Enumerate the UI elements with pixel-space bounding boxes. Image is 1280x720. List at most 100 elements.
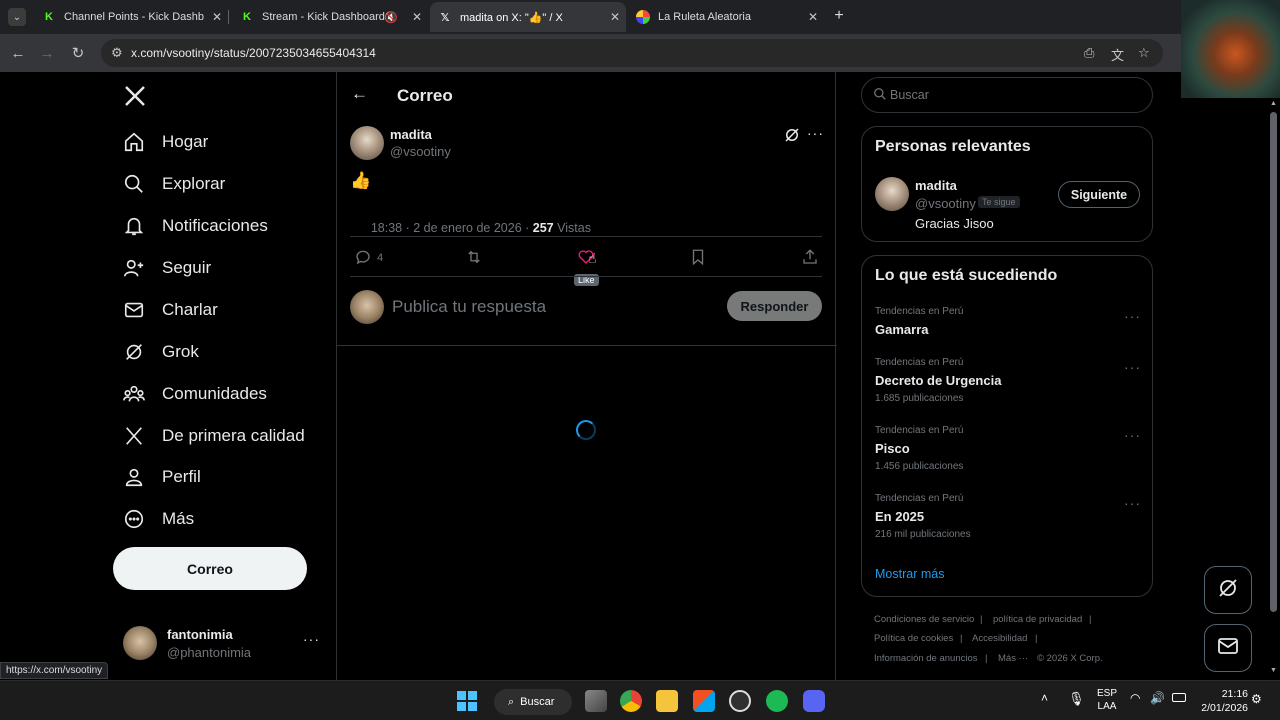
back-arrow-icon[interactable]: ← xyxy=(351,84,368,104)
footer-terms-link[interactable]: Condiciones de servicio xyxy=(874,614,974,625)
footer-accessibility-link[interactable]: Accesibilidad xyxy=(972,633,1027,644)
post-timestamp[interactable]: 18:38 · 2 de enero de 2026 · xyxy=(371,221,533,235)
author-name[interactable]: madita xyxy=(390,127,432,142)
nav-item-communities[interactable]: Comunidades xyxy=(122,379,267,409)
scrollbar-thumb[interactable] xyxy=(1270,112,1277,612)
back-icon[interactable]: ← xyxy=(8,43,28,63)
footer-privacy-link[interactable]: política de privacidad xyxy=(993,614,1082,625)
wifi-icon[interactable]: ◠ xyxy=(1130,691,1140,705)
nav-item-notifications[interactable]: Notificaciones xyxy=(122,211,268,241)
task-view-icon[interactable] xyxy=(585,690,607,712)
new-tab-button[interactable]: + xyxy=(830,7,848,25)
clock-time: 21:16 xyxy=(1221,688,1248,700)
chevron-down-icon: ⌄ xyxy=(12,11,22,23)
nav-item-profile[interactable]: Perfil xyxy=(122,462,201,492)
post-button[interactable]: Correo xyxy=(113,547,307,590)
microphone-icon[interactable]: 🎙 xyxy=(1068,691,1085,707)
clock[interactable]: 21:16 2/01/2026 xyxy=(1192,687,1248,715)
more-dots-icon[interactable]: ··· xyxy=(1124,359,1141,375)
author-avatar[interactable] xyxy=(350,126,384,160)
taskbar-search[interactable]: ⌕ Buscar xyxy=(494,689,572,715)
site-info-icon[interactable]: ⚙ xyxy=(111,45,123,61)
nav-item-home[interactable]: Hogar xyxy=(122,127,208,157)
more-dots-icon[interactable]: ··· xyxy=(1124,427,1141,443)
bookmark-button[interactable] xyxy=(689,248,707,268)
nav-item-explore[interactable]: Explorar xyxy=(122,169,225,199)
tab-channel-points[interactable]: K Channel Points - Kick Dashboar ✕ xyxy=(34,2,229,32)
bookmark-star-icon[interactable]: ☆ xyxy=(1138,45,1150,61)
footer-ads-link[interactable]: Información de anuncios xyxy=(874,653,978,664)
x-logo-icon[interactable] xyxy=(123,84,147,108)
person-name[interactable]: madita xyxy=(915,178,957,193)
windows-start-icon[interactable] xyxy=(457,691,477,711)
close-icon[interactable]: ✕ xyxy=(412,10,422,24)
author-handle[interactable]: @vsootiny xyxy=(390,144,451,159)
spotify-icon[interactable] xyxy=(766,690,788,712)
clock-date: 2/01/2026 xyxy=(1201,702,1248,714)
page-scrollbar[interactable]: ▲ ▼ xyxy=(1268,98,1280,680)
reply-input[interactable]: Publica tu respuesta xyxy=(392,297,546,317)
address-bar[interactable]: ⚙ x.com/vsootiny/status/2007235034655404… xyxy=(101,39,1163,67)
trend-item[interactable]: Tendencias en Perú Gamarra ··· xyxy=(862,302,1152,346)
nav-item-follow[interactable]: Seguir xyxy=(122,253,211,283)
language-indicator[interactable]: ESP LAA xyxy=(1097,687,1117,713)
footer-separator: | xyxy=(985,653,988,664)
more-dots-icon[interactable]: ··· xyxy=(303,631,320,647)
follows-you-badge: Te sigue xyxy=(978,196,1020,208)
scrollbar-down-arrow[interactable]: ▼ xyxy=(1270,667,1277,674)
close-icon[interactable]: ✕ xyxy=(610,10,620,24)
scrollbar-up-arrow[interactable]: ▲ xyxy=(1270,100,1277,107)
notification-icon[interactable]: ⚙ xyxy=(1251,692,1262,706)
search-box[interactable]: Buscar xyxy=(861,77,1153,113)
reply-submit-button[interactable]: Responder xyxy=(727,291,822,321)
tab-search-dropdown[interactable]: ⌄ xyxy=(8,8,26,26)
grok-icon xyxy=(1216,576,1240,605)
reload-icon[interactable]: ↻ xyxy=(68,43,88,63)
nav-item-premium[interactable]: De primera calidad xyxy=(122,421,305,451)
account-switcher[interactable]: fantonimia @phantonimia ··· xyxy=(113,617,323,667)
grok-icon[interactable] xyxy=(783,126,801,144)
store-icon[interactable] xyxy=(693,690,715,712)
more-dots-icon[interactable]: ··· xyxy=(1124,308,1141,324)
nav-item-chat[interactable]: Charlar xyxy=(122,295,218,325)
chrome-icon[interactable] xyxy=(620,690,642,712)
close-icon[interactable]: ✕ xyxy=(808,10,818,24)
avatar[interactable] xyxy=(875,177,909,211)
repost-button[interactable] xyxy=(465,248,483,268)
battery-icon[interactable] xyxy=(1172,693,1186,702)
translate-icon[interactable]: 文 xyxy=(1111,45,1124,64)
obs-icon[interactable] xyxy=(729,690,751,712)
show-more-link[interactable]: Mostrar más xyxy=(875,567,944,581)
more-dots-icon[interactable]: ··· xyxy=(807,125,824,141)
tab-madita-post[interactable]: 𝕏 madita on X: "👍" / X ✕ xyxy=(430,2,626,32)
trend-item[interactable]: Tendencias en Perú En 2025 216 mil publi… xyxy=(862,489,1152,547)
discord-icon[interactable] xyxy=(803,690,825,712)
muted-audio-icon[interactable]: 🔇 xyxy=(384,11,398,24)
volume-icon[interactable]: 🔊 xyxy=(1150,691,1165,705)
grok-fab[interactable] xyxy=(1204,566,1252,614)
trend-item[interactable]: Tendencias en Perú Decreto de Urgencia 1… xyxy=(862,353,1152,411)
nav-item-grok[interactable]: Grok xyxy=(122,337,199,367)
trend-name: Decreto de Urgencia xyxy=(875,373,1002,388)
share-button[interactable] xyxy=(801,248,819,268)
search-icon: ⌕ xyxy=(508,695,515,708)
tab-stream-dashboard[interactable]: K Stream - Kick Dashboard 🔇 ✕ xyxy=(232,2,428,32)
more-dots-icon[interactable]: ··· xyxy=(1124,495,1141,511)
search-input[interactable]: Buscar xyxy=(890,88,929,102)
tab-ruleta[interactable]: La Ruleta Aleatoria ✕ xyxy=(628,2,824,32)
follow-button[interactable]: Siguiente xyxy=(1058,181,1140,208)
footer-more-link[interactable]: Más ··· xyxy=(998,653,1028,664)
tray-chevron-icon[interactable]: ˄ xyxy=(1041,691,1048,705)
messages-fab[interactable] xyxy=(1204,624,1252,672)
file-explorer-icon[interactable] xyxy=(656,690,678,712)
install-app-icon[interactable]: ⎙ xyxy=(1084,45,1094,61)
nav-item-more[interactable]: Más xyxy=(122,504,194,534)
trend-item[interactable]: Tendencias en Perú Pisco 1.456 publicaci… xyxy=(862,421,1152,479)
forward-icon[interactable]: → xyxy=(37,43,57,63)
reply-button[interactable]: 4 xyxy=(354,248,383,268)
divider xyxy=(350,236,822,237)
nav-label: Hogar xyxy=(162,132,209,151)
footer-cookies-link[interactable]: Política de cookies xyxy=(874,633,953,644)
person-handle[interactable]: @vsootiny xyxy=(915,196,976,211)
close-icon[interactable]: ✕ xyxy=(212,10,222,24)
